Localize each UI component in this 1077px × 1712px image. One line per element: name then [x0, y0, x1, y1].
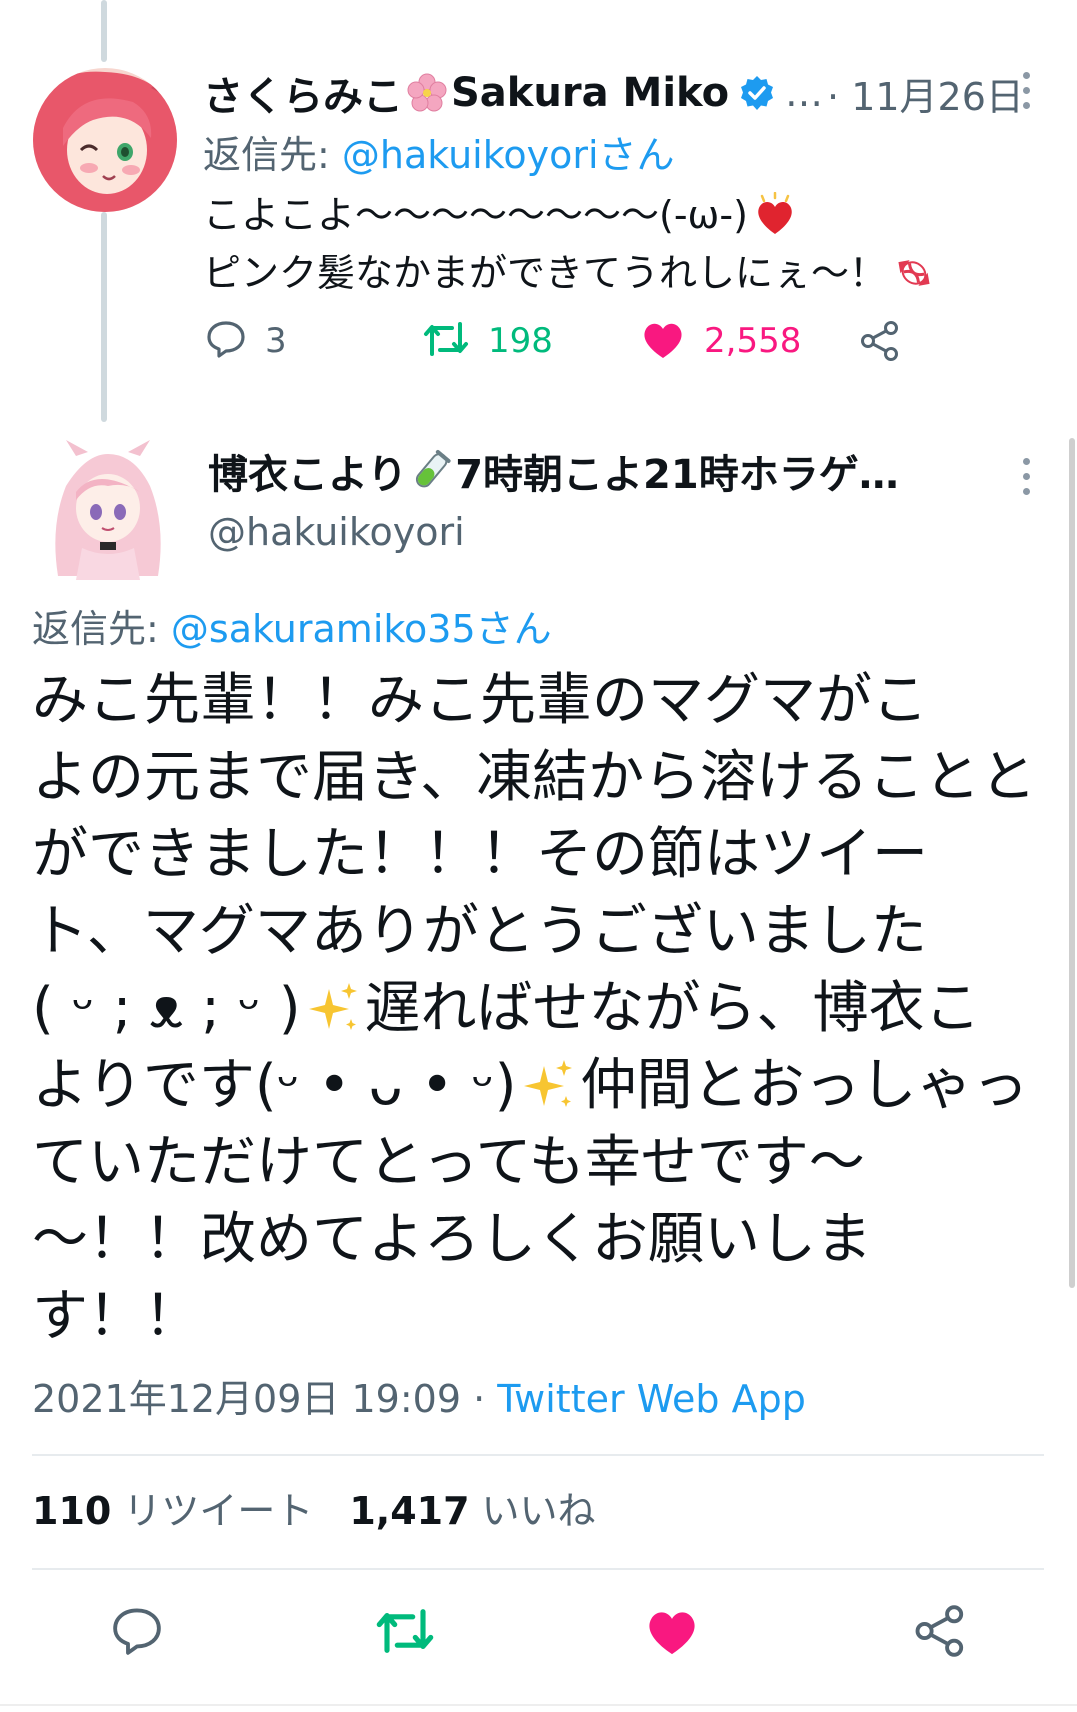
retweet-count: 198: [488, 321, 553, 361]
share-action[interactable]: [859, 320, 901, 366]
divider: [32, 1568, 1044, 1570]
reply-to-line: 返信先: @hakuikoyoriさん: [203, 124, 675, 179]
tweet-text-line: ができました！！！その節はツイー: [32, 822, 928, 887]
like-button[interactable]: [637, 1596, 707, 1666]
retweet-button[interactable]: [370, 1596, 440, 1666]
tweet-text-line: す！！: [32, 1284, 200, 1349]
reply-prefix: 返信先:: [203, 133, 342, 177]
tweet1-body: こよこよ〜〜〜〜〜〜〜〜(-ω-) ピンク髪なかまができてうれしにぇ〜！: [203, 186, 941, 302]
cherry-blossom-icon: [407, 73, 447, 113]
divider: [32, 1454, 1044, 1456]
like-total[interactable]: 1,417: [349, 1489, 469, 1533]
timestamp-text[interactable]: 2021年12月09日 19:09 ·: [32, 1377, 497, 1421]
reply-handle-link[interactable]: @hakuikoyoriさん: [342, 133, 675, 177]
tweet1-line1: こよこよ〜〜〜〜〜〜〜〜(-ω-): [203, 193, 748, 237]
tweet-action-bar: [0, 1596, 1077, 1666]
like-count: 2,558: [704, 321, 802, 361]
display-name-suffix[interactable]: 7時朝こよ21時ホラゲ…: [455, 442, 899, 500]
tweet-timestamp: 2021年12月09日 19:09 · Twitter Web App: [32, 1368, 806, 1423]
share-icon: [859, 320, 901, 366]
avatar-hakui-koyori[interactable]: [36, 436, 180, 580]
thread-connector-top: [101, 0, 107, 62]
sparkles-icon: [305, 981, 361, 1037]
kaomoji-crying: ( ᵕ ; ᴥ ; ᵕ ): [32, 976, 301, 1041]
reply-action[interactable]: 3: [205, 318, 287, 364]
more-options-icon[interactable]: [1019, 458, 1033, 495]
candy-icon: [891, 250, 937, 296]
kaomoji-happy: よりです(ᵕ • ᴗ • ᵕ): [32, 1053, 517, 1118]
retweet-total[interactable]: 110: [32, 1489, 111, 1533]
reply-icon: [205, 318, 247, 364]
tweet-text-line: 遅ればせながら、博衣こ: [364, 976, 981, 1041]
like-heart-icon: [640, 318, 686, 364]
retweet-label[interactable]: リツイート: [123, 1480, 313, 1535]
tweet-text-line: よの元まで届き、凍結から溶けることと: [32, 745, 1037, 810]
reply-to-line: 返信先: @sakuramiko35さん: [32, 598, 552, 653]
tweet-text-line: 〜！！改めてよろしくお願いしま: [32, 1207, 872, 1272]
tweet-date[interactable]: · 11月26日: [827, 66, 1024, 121]
thread-connector: [101, 212, 107, 422]
verified-badge-icon: [739, 75, 775, 111]
reply-count: 3: [265, 321, 287, 361]
display-name-en[interactable]: Sakura Miko: [451, 70, 729, 116]
source-app-link[interactable]: Twitter Web App: [497, 1377, 806, 1421]
display-name[interactable]: さくらみこ: [203, 64, 403, 122]
like-action[interactable]: 2,558: [640, 318, 801, 364]
scrollbar[interactable]: [1069, 438, 1075, 1288]
retweet-action[interactable]: 198: [422, 318, 553, 364]
sparkles-icon: [520, 1058, 576, 1114]
more-options-icon[interactable]: [1019, 72, 1033, 109]
tweet2-header: 博衣こより 7時朝こよ21時ホラゲ…: [208, 440, 899, 502]
like-label[interactable]: いいね: [482, 1480, 596, 1535]
avatar-sakura-miko[interactable]: [33, 68, 177, 212]
share-button[interactable]: [905, 1596, 975, 1666]
tweet-text-line: ていただけてとっても幸せです〜: [32, 1130, 865, 1195]
tweet-text-line: ト、マグマありがとうございました: [32, 899, 927, 964]
reply-handle-link[interactable]: @sakuramiko35さん: [171, 607, 552, 651]
reply-button[interactable]: [102, 1596, 172, 1666]
tweet-text-line: 仲間とおっしゃっ: [580, 1053, 1029, 1118]
display-name-koyori[interactable]: 博衣こより: [208, 442, 407, 500]
tweet-text-line: みこ先輩！！みこ先輩のマグマがこ: [32, 668, 928, 733]
tweet1-line2: ピンク髪なかまができてうれしにぇ〜！: [203, 251, 888, 295]
user-handle[interactable]: @hakuikoyori: [208, 510, 465, 554]
test-tube-icon: [411, 449, 451, 493]
engagement-stats: 110 リツイート 1,417 いいね: [32, 1480, 632, 1535]
tweet1-header: さくらみこ Sakura Miko … · 11月26日: [203, 62, 1024, 124]
bottom-border: [0, 1704, 1077, 1706]
tweet2-body: みこ先輩！！みこ先輩のマグマがこ よの元まで届き、凍結から溶けることと ができま…: [32, 662, 1042, 1355]
name-ellipsis: …: [785, 71, 824, 115]
retweet-icon: [422, 318, 470, 364]
reply-prefix: 返信先:: [32, 607, 171, 651]
sparkling-heart-icon: [752, 192, 798, 238]
